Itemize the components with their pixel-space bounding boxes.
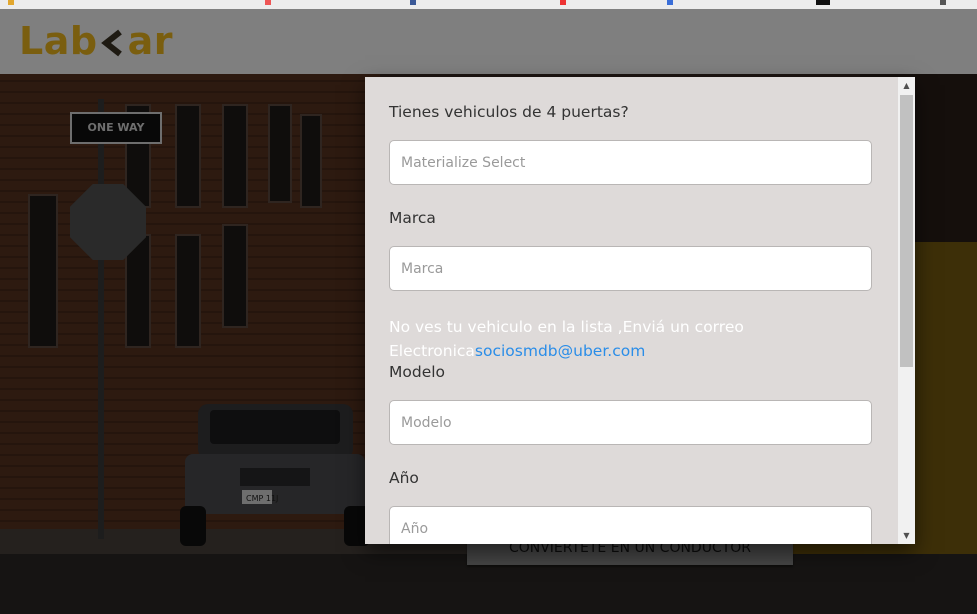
top-navbar: Lab ar <box>0 9 977 74</box>
scrollbar-thumb[interactable] <box>900 95 913 367</box>
email-link[interactable]: sociosmdb@uber.com <box>475 342 645 360</box>
missing-vehicle-note: No ves tu vehiculo en la lista ,Enviá un… <box>389 315 874 363</box>
bookmark-icon[interactable] <box>8 0 14 5</box>
bookmark-icon[interactable] <box>816 0 830 5</box>
modal-scrollbar[interactable]: ▲ ▼ <box>898 77 915 544</box>
vehicle-modal: Tienes vehiculos de 4 puertas? Marca No … <box>365 77 915 544</box>
year-label: Año <box>389 469 419 487</box>
labcar-logo[interactable]: Lab ar <box>19 19 173 63</box>
brand-input[interactable] <box>389 246 872 291</box>
chevron-left-icon <box>100 29 122 57</box>
brand-label: Marca <box>389 209 436 227</box>
year-input[interactable] <box>389 506 872 544</box>
bookmark-icon[interactable] <box>265 0 271 5</box>
doors-question-label: Tienes vehiculos de 4 puertas? <box>389 103 629 121</box>
bookmark-icon[interactable] <box>940 0 946 5</box>
scroll-down-arrow-icon[interactable]: ▼ <box>898 527 915 544</box>
model-input[interactable] <box>389 400 872 445</box>
bookmarks-bar <box>0 0 977 9</box>
scroll-up-arrow-icon[interactable]: ▲ <box>898 77 915 94</box>
model-label: Modelo <box>389 363 446 381</box>
logo-text-right: ar <box>127 19 173 63</box>
bookmark-icon[interactable] <box>667 0 673 5</box>
bookmark-icon[interactable] <box>410 0 416 5</box>
bookmark-icon[interactable] <box>560 0 566 5</box>
doors-select[interactable] <box>389 140 872 185</box>
logo-text-left: Lab <box>19 19 98 63</box>
